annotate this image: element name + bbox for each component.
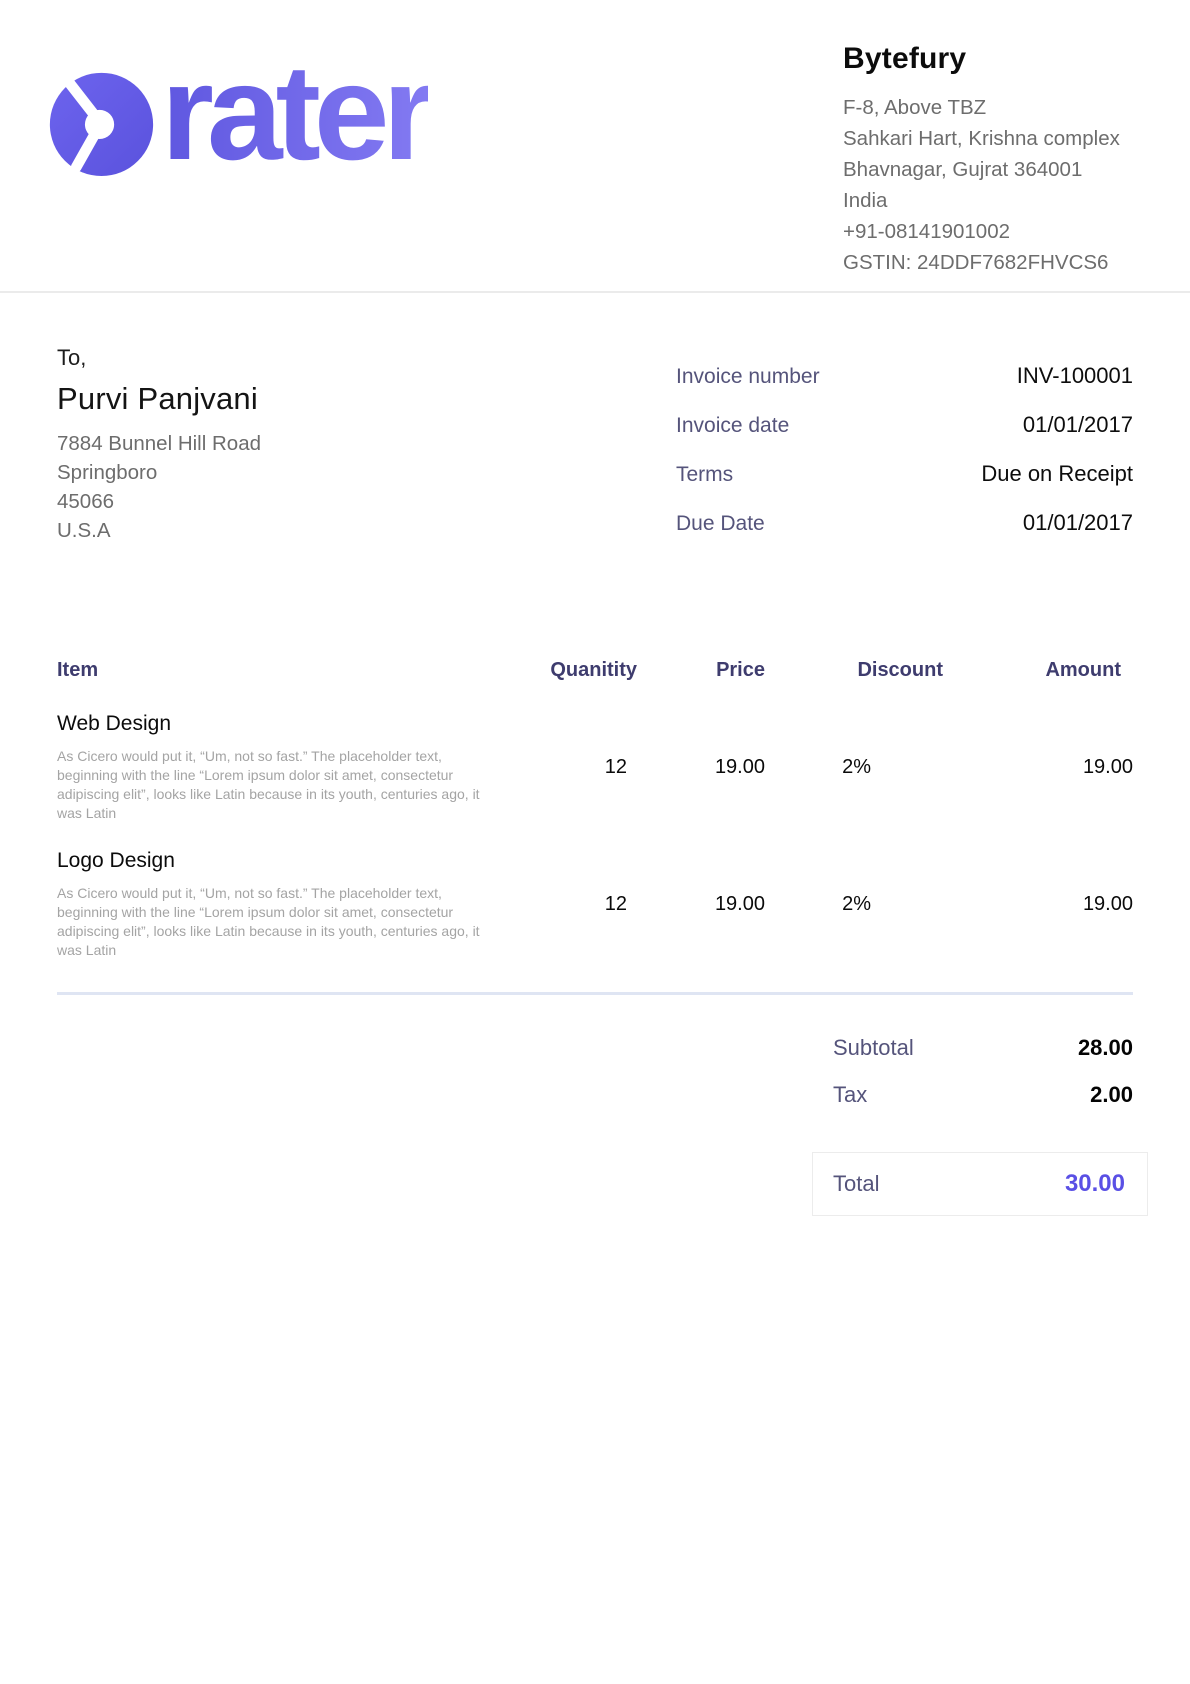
total-label: Total	[833, 1171, 879, 1197]
invoice-meta-block: Invoice number INV-100001 Invoice date 0…	[676, 345, 1133, 559]
item-quantity: 12	[517, 849, 637, 986]
terms-value: Due on Receipt	[981, 461, 1133, 487]
invoice-date-label: Invoice date	[676, 414, 789, 438]
company-gstin: GSTIN: 24DDF7682FHVCS6	[843, 247, 1143, 278]
subtotal-row: Subtotal 28.00	[833, 1035, 1133, 1061]
item-quantity: 12	[517, 712, 637, 849]
subtotal-label: Subtotal	[833, 1035, 914, 1061]
item-name: Logo Design	[57, 849, 517, 873]
column-header-quantity: Quanitity	[517, 659, 637, 712]
table-row: Web Design As Cicero would put it, “Um, …	[57, 712, 1133, 849]
crater-logo-c-mark	[45, 66, 157, 178]
column-header-discount: Discount	[765, 659, 943, 712]
total-box: Total 30.00	[812, 1152, 1148, 1216]
subtotal-value: 28.00	[1078, 1035, 1133, 1061]
bill-to-address-line: U.S.A	[57, 516, 261, 545]
tax-value: 2.00	[1090, 1082, 1133, 1108]
item-description: As Cicero would put it, “Um, not so fast…	[57, 747, 505, 823]
due-date-value: 01/01/2017	[1023, 510, 1133, 536]
due-date-label: Due Date	[676, 512, 765, 536]
item-price: 19.00	[637, 712, 765, 849]
tax-label: Tax	[833, 1082, 867, 1108]
item-description: As Cicero would put it, “Um, not so fast…	[57, 884, 505, 960]
bill-to-block: To, Purvi Panjvani 7884 Bunnel Hill Road…	[57, 345, 261, 559]
company-address-line: F-8, Above TBZ	[843, 92, 1143, 123]
items-table-header-row: Item Quanitity Price Discount Amount	[57, 659, 1133, 712]
invoice-date-row: Invoice date 01/01/2017	[676, 412, 1133, 438]
item-cell: Logo Design As Cicero would put it, “Um,…	[57, 849, 517, 986]
bill-to-name: Purvi Panjvani	[57, 381, 261, 417]
table-row: Logo Design As Cicero would put it, “Um,…	[57, 849, 1133, 986]
item-cell: Web Design As Cicero would put it, “Um, …	[57, 712, 517, 849]
items-section: Item Quanitity Price Discount Amount Web…	[0, 659, 1190, 986]
company-address-line: Sahkari Hart, Krishna complex	[843, 123, 1143, 154]
company-address-line: Bhavnagar, Gujrat 364001	[843, 154, 1143, 185]
items-table: Item Quanitity Price Discount Amount Web…	[57, 659, 1133, 986]
column-header-price: Price	[637, 659, 765, 712]
items-bottom-divider	[57, 992, 1133, 995]
item-amount: 19.00	[943, 849, 1133, 986]
bill-to-address-line: Springboro	[57, 458, 261, 487]
tax-row: Tax 2.00	[833, 1082, 1133, 1108]
due-date-row: Due Date 01/01/2017	[676, 510, 1133, 536]
bill-to-address-line: 7884 Bunnel Hill Road	[57, 429, 261, 458]
terms-row: Terms Due on Receipt	[676, 461, 1133, 487]
total-value: 30.00	[1065, 1170, 1125, 1198]
column-header-item: Item	[57, 659, 517, 712]
invoice-number-value: INV-100001	[1017, 363, 1133, 389]
item-name: Web Design	[57, 712, 517, 736]
item-discount: 2%	[765, 712, 943, 849]
invoice-header: rater Bytefury F-8, Above TBZ Sahkari Ha…	[0, 0, 1190, 293]
company-name: Bytefury	[843, 42, 1143, 76]
totals-section: Subtotal 28.00 Tax 2.00 Total 30.00	[0, 1035, 1190, 1216]
company-address-line: India	[843, 185, 1143, 216]
address-section: To, Purvi Panjvani 7884 Bunnel Hill Road…	[0, 293, 1190, 559]
invoice-number-label: Invoice number	[676, 365, 820, 389]
item-discount: 2%	[765, 849, 943, 986]
terms-label: Terms	[676, 463, 733, 487]
crater-logo: rater	[45, 66, 428, 291]
bill-to-intro: To,	[57, 345, 261, 371]
column-header-amount: Amount	[943, 659, 1133, 712]
crater-logo-wordmark-tail: rater	[161, 56, 428, 168]
company-phone: +91-08141901002	[843, 216, 1143, 247]
item-price: 19.00	[637, 849, 765, 986]
bill-to-address-line: 45066	[57, 487, 261, 516]
invoice-date-value: 01/01/2017	[1023, 412, 1133, 438]
item-amount: 19.00	[943, 712, 1133, 849]
invoice-number-row: Invoice number INV-100001	[676, 363, 1133, 389]
company-block: Bytefury F-8, Above TBZ Sahkari Hart, Kr…	[843, 40, 1143, 291]
